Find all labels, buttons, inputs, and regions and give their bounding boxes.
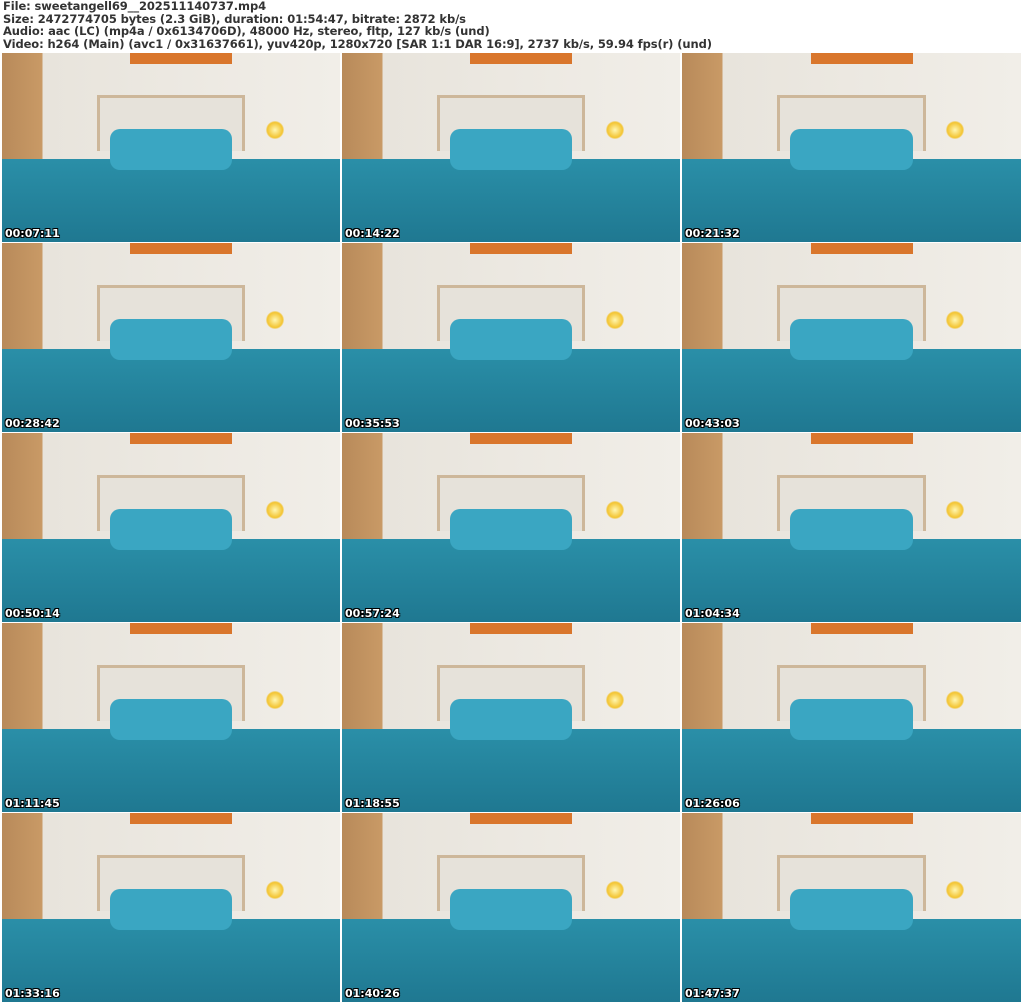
video-thumbnail[interactable]: 01:33:16 [2, 813, 340, 1002]
pillow [790, 318, 913, 361]
lamp-icon [605, 311, 624, 330]
pillow [110, 888, 232, 931]
lamp-icon [605, 501, 624, 520]
wall-art [130, 813, 232, 825]
thumbnail-timestamp: 00:07:11 [5, 227, 60, 240]
pillow [450, 888, 572, 931]
video-thumbnail[interactable]: 01:11:45 [2, 623, 340, 812]
thumbnail-timestamp: 00:57:24 [345, 607, 400, 620]
pillow [790, 698, 913, 741]
thumbnail-timestamp: 01:33:16 [5, 987, 60, 1000]
pillow [110, 508, 232, 551]
pillow [450, 318, 572, 361]
lamp-icon [265, 121, 284, 140]
video-thumbnail[interactable]: 00:14:22 [342, 53, 680, 242]
lamp-icon [946, 881, 965, 900]
pillow [110, 318, 232, 361]
lamp-icon [265, 501, 284, 520]
video-thumbnail[interactable]: 00:21:32 [682, 53, 1021, 242]
video-thumbnail[interactable]: 00:50:14 [2, 433, 340, 622]
wall-art [470, 813, 572, 825]
thumbnail-timestamp: 00:50:14 [5, 607, 60, 620]
video-thumbnail[interactable]: 01:18:55 [342, 623, 680, 812]
thumbnail-timestamp: 00:14:22 [345, 227, 400, 240]
wall-art [130, 623, 232, 635]
wall-art [470, 53, 572, 65]
wall-art [130, 433, 232, 445]
thumbnail-timestamp: 00:28:42 [5, 417, 60, 430]
pillow [110, 128, 232, 171]
wall-art [470, 243, 572, 255]
video-thumbnail[interactable]: 00:43:03 [682, 243, 1021, 432]
lamp-icon [605, 691, 624, 710]
wall-art [810, 813, 913, 825]
file-name: File: sweetangell69__202511140737.mp4 [3, 0, 266, 13]
lamp-icon [265, 691, 284, 710]
wall-art [130, 243, 232, 255]
thumbnail-timestamp: 00:43:03 [685, 417, 740, 430]
video-thumbnail[interactable]: 00:35:53 [342, 243, 680, 432]
lamp-icon [946, 121, 965, 140]
thumbnail-grid: 00:07:11 00:14:22 00:21:32 00:28:42 00:35:53… [2, 53, 1022, 1002]
thumbnail-timestamp: 00:21:32 [685, 227, 740, 240]
pillow [790, 128, 913, 171]
wall-art [470, 623, 572, 635]
thumbnail-timestamp: 01:26:06 [685, 797, 740, 810]
video-thumbnail[interactable]: 00:57:24 [342, 433, 680, 622]
audio-info: Audio: aac (LC) (mp4a / 0x6134706D), 480… [3, 24, 490, 39]
thumbnail-timestamp: 01:47:37 [685, 987, 740, 1000]
video-thumbnail[interactable]: 01:40:26 [342, 813, 680, 1002]
wall-art [130, 53, 232, 65]
lamp-icon [946, 691, 965, 710]
lamp-icon [265, 311, 284, 330]
lamp-icon [946, 501, 965, 520]
thumbnail-timestamp: 01:11:45 [5, 797, 60, 810]
video-thumbnail[interactable]: 01:04:34 [682, 433, 1021, 622]
video-thumbnail[interactable]: 00:28:42 [2, 243, 340, 432]
wall-art [470, 433, 572, 445]
wall-art [810, 433, 913, 445]
pillow [450, 128, 572, 171]
thumbnail-timestamp: 01:04:34 [685, 607, 740, 620]
lamp-icon [605, 121, 624, 140]
thumbnail-timestamp: 00:35:53 [345, 417, 400, 430]
video-thumbnail[interactable]: 01:47:37 [682, 813, 1021, 1002]
pillow [790, 888, 913, 931]
lamp-icon [946, 311, 965, 330]
wall-art [810, 623, 913, 635]
wall-art [810, 53, 913, 65]
lamp-icon [265, 881, 284, 900]
pillow [450, 508, 572, 551]
thumbnail-timestamp: 01:40:26 [345, 987, 400, 1000]
lamp-icon [605, 881, 624, 900]
video-thumbnail[interactable]: 01:26:06 [682, 623, 1021, 812]
wall-art [810, 243, 913, 255]
pillow [450, 698, 572, 741]
file-info-header: File: sweetangell69__202511140737.mp4 Si… [3, 0, 712, 50]
video-thumbnail[interactable]: 00:07:11 [2, 53, 340, 242]
thumbnail-timestamp: 01:18:55 [345, 797, 400, 810]
video-info: Video: h264 (Main) (avc1 / 0x31637661), … [3, 36, 712, 51]
pillow [790, 508, 913, 551]
pillow [110, 698, 232, 741]
